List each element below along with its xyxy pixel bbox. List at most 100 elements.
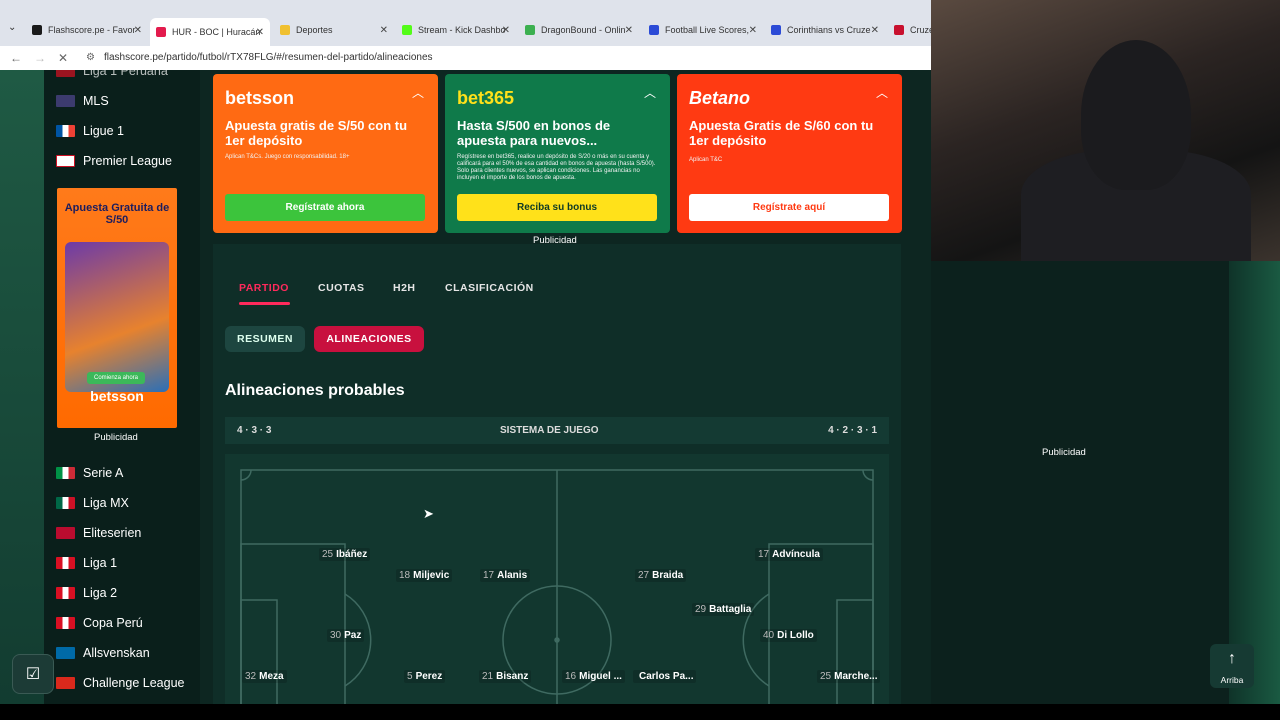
sidebar-league-item[interactable]: Eliteserien <box>56 526 141 540</box>
ad-terms: Aplican T&Cs. Juego con responsabilidad.… <box>225 154 350 160</box>
tab-clasificacion[interactable]: CLASIFICACIÓN <box>445 282 534 294</box>
ad-brand-logo: bet365 <box>457 88 515 108</box>
ad-terms: Regístrese en bet365, realice un depósit… <box>457 154 656 181</box>
ad-bet365[interactable]: bet365 ︿ Hasta S/500 en bonos de apuesta… <box>445 74 670 233</box>
browser-tab[interactable]: Corinthians vs Cruze ✕ <box>765 18 885 42</box>
player-marker[interactable]: 17 Alanis <box>480 569 531 582</box>
sidebar-league-item[interactable]: Ligue 1 <box>56 124 124 138</box>
player-marker[interactable]: 16 Miguel ... <box>562 670 625 683</box>
player-marker[interactable]: 32 Meza <box>242 670 287 683</box>
close-tab-icon[interactable]: ✕ <box>749 25 757 36</box>
ad-cta-button[interactable]: Regístrate ahora <box>225 194 425 221</box>
browser-tab-active[interactable]: HUR - BOC | Huracán ✕ <box>150 18 270 46</box>
favorites-check-icon[interactable]: ☑ <box>12 654 54 694</box>
tab-favicon-icon <box>525 25 535 35</box>
ad-brand-logo: Betano <box>689 88 751 108</box>
player-marker[interactable]: 30 Paz <box>327 629 365 642</box>
flag-icon <box>56 70 75 77</box>
subtab-alineaciones[interactable]: ALINEACIONES <box>314 326 424 352</box>
close-tab-icon[interactable]: ✕ <box>134 25 142 36</box>
tab-cuotas[interactable]: CUOTAS <box>318 282 365 294</box>
webcam-person-head <box>1081 40 1191 190</box>
sidebar-league-item[interactable]: Liga MX <box>56 496 129 510</box>
sidebar-league-item[interactable]: Copa Perú <box>56 616 143 630</box>
flag-icon <box>56 95 75 107</box>
collapse-chevron-icon[interactable]: ︿ <box>644 84 656 101</box>
close-tab-icon[interactable]: ✕ <box>380 25 388 36</box>
browser-tab[interactable]: Deportes ✕ <box>274 18 394 42</box>
sidebar-league-item[interactable]: MLS <box>56 94 109 108</box>
player-marker[interactable]: 25 Marche... <box>817 670 881 683</box>
player-marker[interactable]: 29 Battaglia <box>692 603 755 616</box>
tab-search-chevron-icon[interactable]: ⌄ <box>8 22 16 33</box>
player-marker[interactable]: 40 Di Lollo <box>760 629 817 642</box>
collapse-chevron-icon[interactable]: ︿ <box>876 84 888 101</box>
lineup-pitch: 25 Ibáñez 18 Miljevic 17 Alanis 27 Braida 17… <box>225 454 889 720</box>
ad-brand-logo: betsson <box>225 88 295 108</box>
flag-icon <box>56 497 75 509</box>
sidebar-league-item[interactable]: Allsvenskan <box>56 646 150 660</box>
sidebar-league-item[interactable]: Liga 1 <box>56 556 117 570</box>
site-info-icon[interactable]: ⚙ <box>86 52 95 63</box>
league-sidebar: Liga 1 Peruana MLS Ligue 1 Premier Leagu… <box>44 70 200 720</box>
browser-tab[interactable]: Football Live Scores, ✕ <box>643 18 763 42</box>
url-text[interactable]: flashscore.pe/partido/futbol/rTX78FLG/#/… <box>104 52 433 63</box>
player-marker[interactable]: 17 Advíncula <box>755 548 823 561</box>
stop-loading-icon[interactable]: ✕ <box>58 51 68 65</box>
tab-favicon-icon <box>649 25 659 35</box>
browser-tab[interactable]: Cruze <box>888 18 931 42</box>
away-formation: 4 · 2 · 3 · 1 <box>828 425 877 436</box>
sidebar-league-item[interactable]: Serie A <box>56 466 123 480</box>
player-marker[interactable]: 5 Perez <box>404 670 446 683</box>
sidebar-league-item[interactable]: Liga 1 Peruana <box>56 70 168 78</box>
player-marker[interactable]: 25 Ibáñez <box>319 548 371 561</box>
ad-cta-button[interactable]: Reciba su bonus <box>457 194 657 221</box>
section-title: Alineaciones probables <box>225 382 405 399</box>
close-tab-icon[interactable]: ✕ <box>625 25 633 36</box>
tab-favicon-icon <box>402 25 412 35</box>
flag-icon <box>56 557 75 569</box>
browser-tab[interactable]: Flashscore.pe - Favor ✕ <box>26 18 148 42</box>
subtab-resumen[interactable]: RESUMEN <box>225 326 305 352</box>
sidebar-league-item[interactable]: Premier League <box>56 154 172 168</box>
player-marker[interactable]: 21 Bisanz <box>479 670 532 683</box>
ad-betsson[interactable]: betsson ︿ Apuesta gratis de S/50 con tu … <box>213 74 438 233</box>
sidebar-ad-banner[interactable]: Apuesta Gratuita de S/50 Comienza ahora … <box>57 188 177 428</box>
ad-headline: Apuesta gratis de S/50 con tu 1er depósi… <box>225 118 408 148</box>
tab-partido[interactable]: PARTIDO <box>239 282 289 294</box>
arrow-up-icon: ↑ <box>1228 650 1236 667</box>
browser-tab[interactable]: Stream - Kick Dashbo ✕ <box>396 18 516 42</box>
sidebar-ad-cta[interactable]: Comienza ahora <box>87 372 145 384</box>
collapse-chevron-icon[interactable]: ︿ <box>412 84 424 101</box>
screen-bottom-strip <box>0 704 1280 720</box>
close-tab-icon[interactable]: ✕ <box>256 27 264 38</box>
right-ad-area: Publicidad ↑ Arriba <box>931 261 1280 720</box>
close-tab-icon[interactable]: ✕ <box>871 25 879 36</box>
sidebar-league-item[interactable]: Challenge League <box>56 676 184 690</box>
right-ad-label: Publicidad <box>1042 447 1086 458</box>
left-decoration <box>0 70 44 720</box>
active-tab-indicator <box>239 302 290 305</box>
tab-favicon-icon <box>32 25 42 35</box>
pitch-lines <box>240 469 874 720</box>
forward-arrow-icon[interactable]: → <box>34 51 46 65</box>
match-detail-panel: PARTIDO CUOTAS H2H CLASIFICACIÓN RESUMEN… <box>213 244 901 720</box>
flag-icon <box>56 467 75 479</box>
home-formation: 4 · 3 · 3 <box>237 425 272 436</box>
ad-headline: Hasta S/500 en bonos de apuesta para nue… <box>457 118 611 148</box>
browser-tab[interactable]: DragonBound - Onlin ✕ <box>519 18 639 42</box>
scroll-to-top-button[interactable]: ↑ Arriba <box>1210 644 1254 688</box>
flag-icon <box>56 677 75 689</box>
player-marker[interactable]: Carlos Pa... <box>633 670 697 683</box>
ad-cta-button[interactable]: Regístrate aquí <box>689 194 889 221</box>
address-bar: ← → ✕ ⚙ flashscore.pe/partido/futbol/rTX… <box>0 46 931 70</box>
player-marker[interactable]: 27 Braida <box>635 569 687 582</box>
close-tab-icon[interactable]: ✕ <box>502 25 510 36</box>
ad-betano[interactable]: Betano ︿ Apuesta Gratis de S/60 con tu 1… <box>677 74 902 233</box>
player-marker[interactable]: 18 Miljevic <box>396 569 453 582</box>
back-arrow-icon[interactable]: ← <box>10 51 22 65</box>
tab-h2h[interactable]: H2H <box>393 282 416 294</box>
flag-icon <box>56 155 75 167</box>
sidebar-league-item[interactable]: Liga 2 <box>56 586 117 600</box>
right-panel: Publicidad ↑ Arriba <box>931 0 1280 720</box>
